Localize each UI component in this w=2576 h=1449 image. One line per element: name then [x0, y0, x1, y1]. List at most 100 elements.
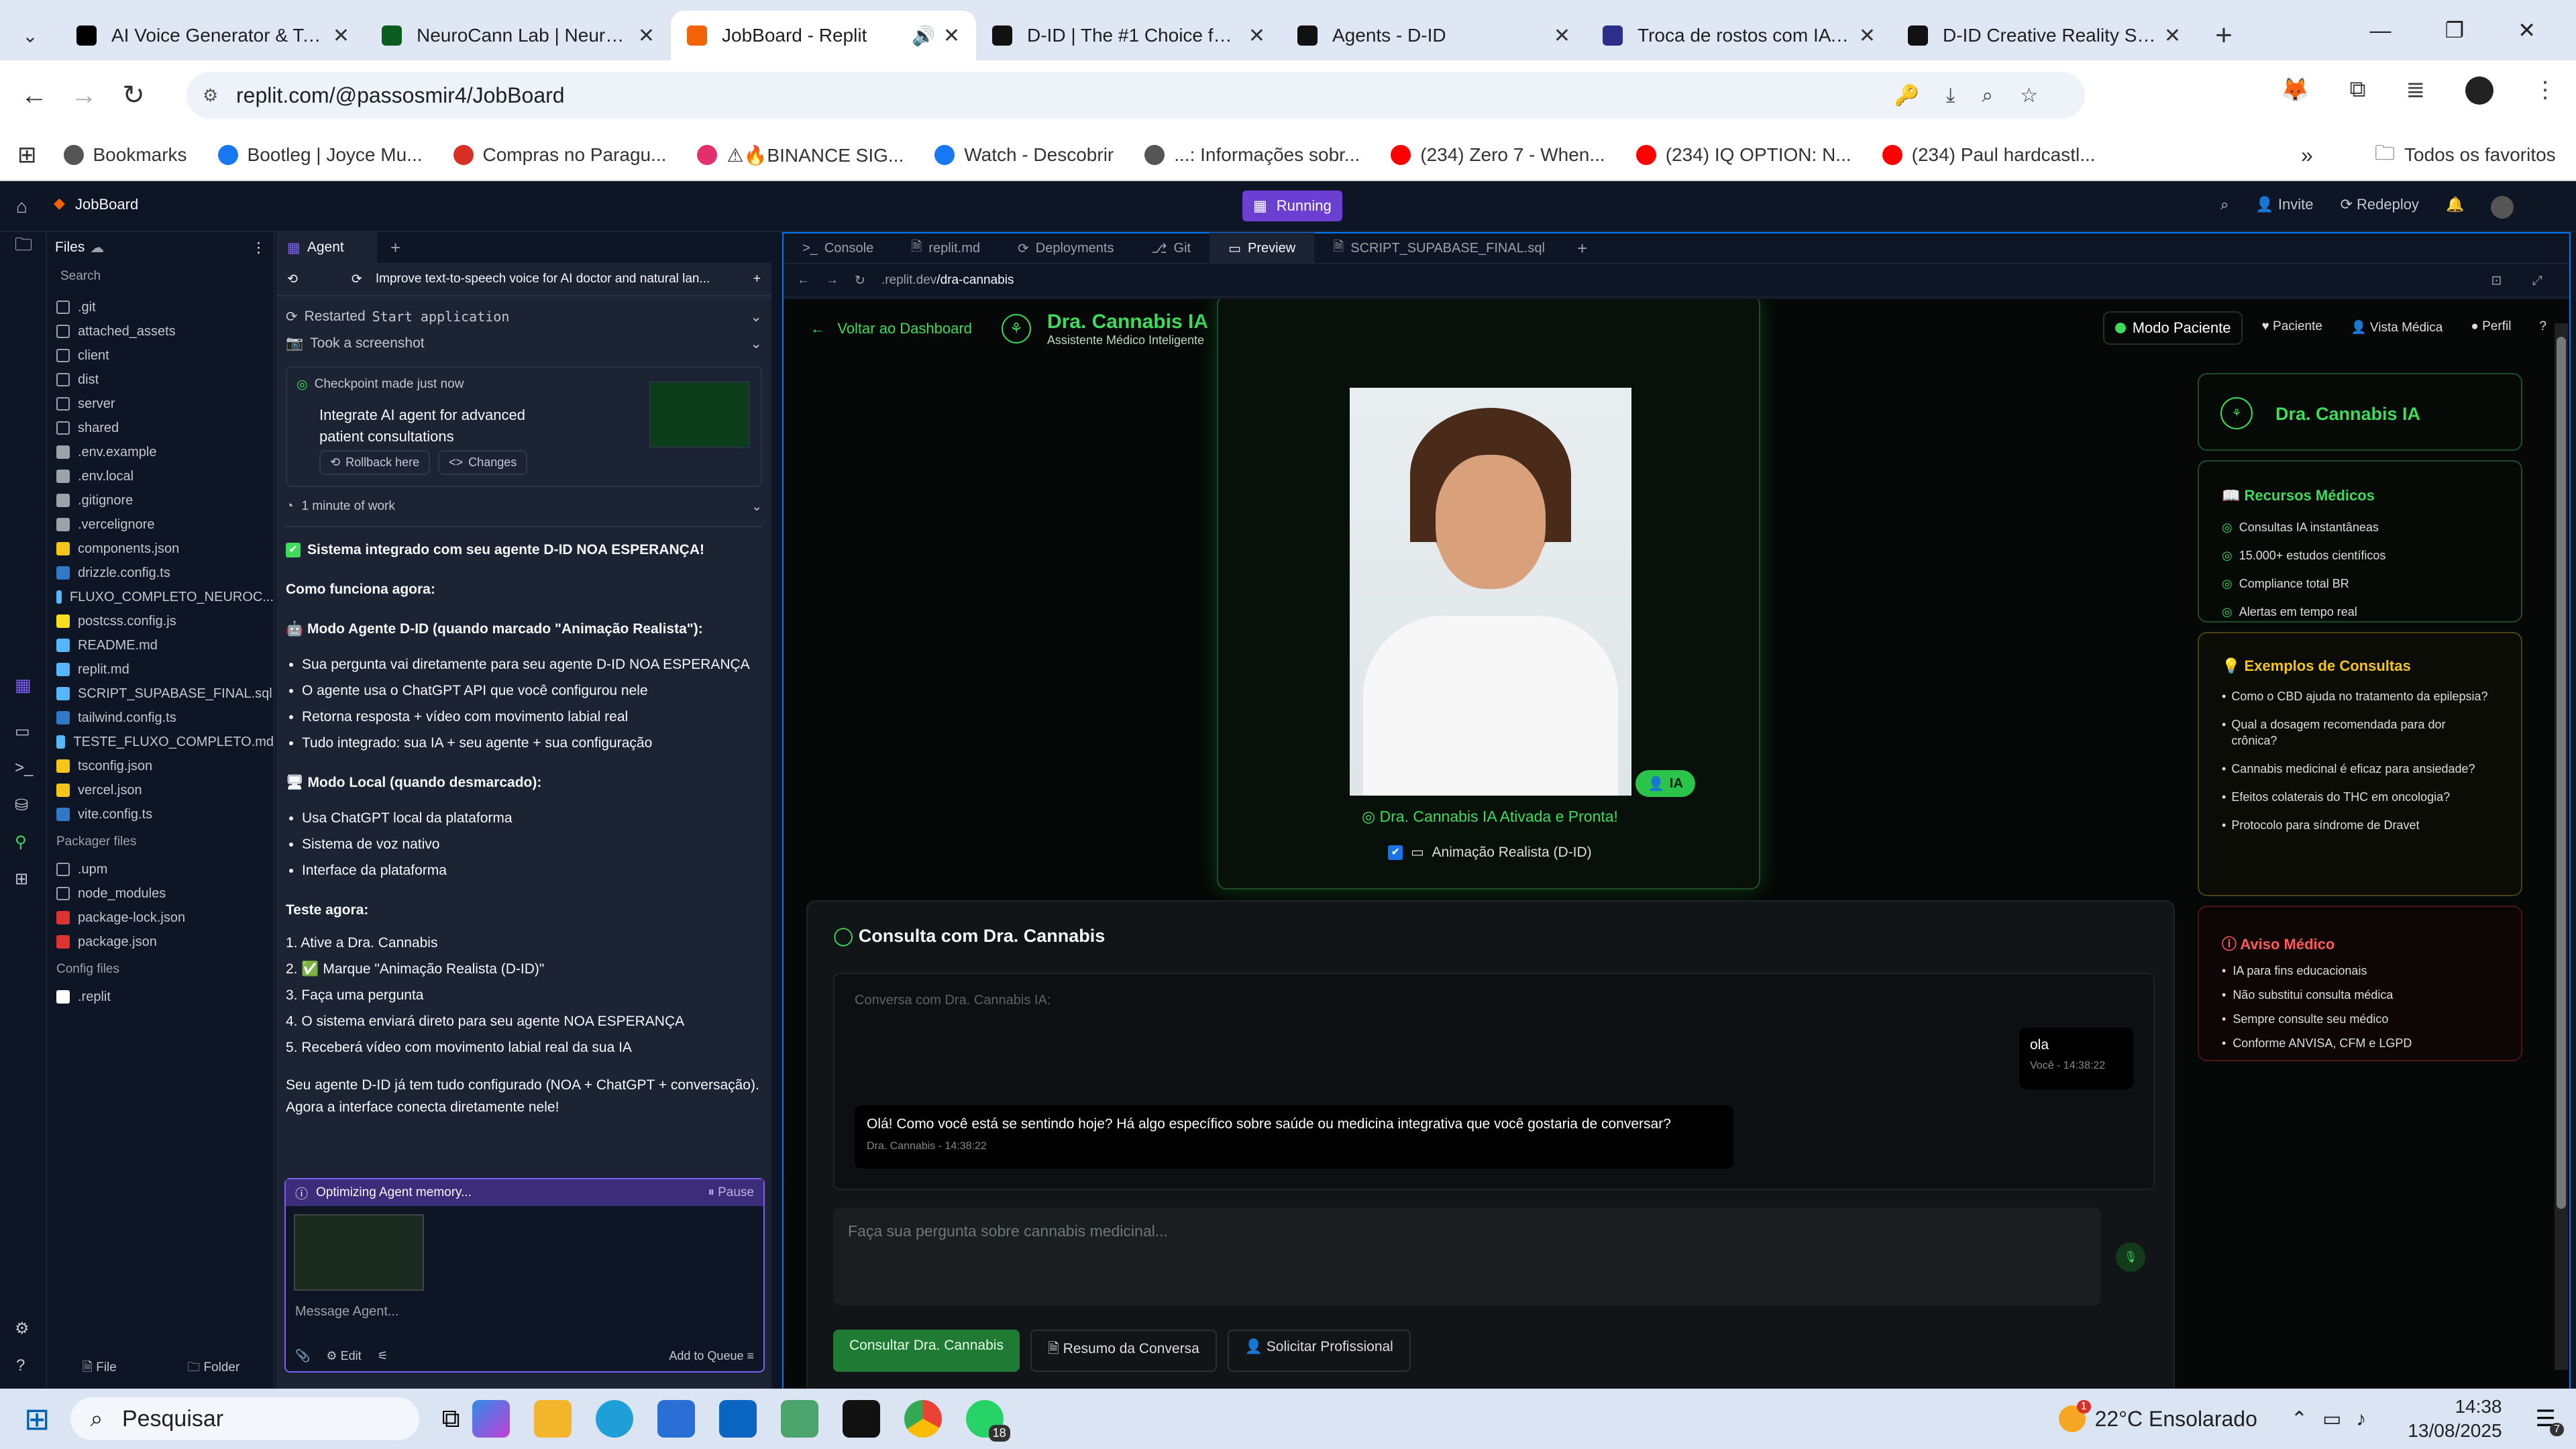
files-rail-icon[interactable]: 🗀 [15, 232, 32, 262]
file-item[interactable]: package.json [47, 930, 274, 954]
close-tab-icon[interactable]: ✕ [943, 24, 960, 48]
more-bookmarks-icon[interactable]: » [2301, 143, 2313, 168]
work-row[interactable]: ◔ 1 minute of work ⌄ [286, 487, 762, 527]
browser-tab[interactable]: NeuroCann Lab | NeuroCa ✕ [366, 11, 671, 60]
bookmark-item[interactable]: Bookmarks [63, 144, 187, 166]
file-item[interactable]: postcss.config.js [47, 609, 274, 633]
tab-search-icon[interactable]: ⌄ [0, 11, 60, 60]
edit-button[interactable]: ⚙ Edit [326, 1349, 361, 1363]
redeploy-button[interactable]: ⟳ Redeploy [2340, 196, 2419, 219]
bookmark-item[interactable]: (234) Zero 7 - When... [1391, 144, 1605, 166]
browser-tab[interactable]: Agents - D-ID ✕ [1281, 11, 1587, 60]
folder-item[interactable]: .upm [47, 857, 274, 881]
help-icon[interactable]: ? [2530, 311, 2556, 345]
scrollbar-thumb[interactable] [2557, 337, 2566, 1209]
file-item[interactable]: vercel.json [47, 778, 274, 802]
example-question[interactable]: • Cannabis medicinal é eficaz para ansied… [2222, 761, 2494, 777]
browser-tab[interactable]: JobBoard - Replit 🔊 ✕ [671, 11, 976, 60]
rollback-button[interactable]: ⟲ Rollback here [319, 450, 431, 475]
reload-icon[interactable]: ↻ [109, 80, 158, 111]
profile-avatar[interactable] [2465, 76, 2494, 105]
task-view-icon[interactable]: ⧉ [442, 1405, 460, 1434]
folder-item[interactable]: .git [47, 295, 274, 319]
settings-sliders-icon[interactable]: ⚟ [378, 1349, 388, 1363]
screenshot-row[interactable]: 📷 Took a screenshot ⌄ [286, 330, 762, 357]
close-tab-icon[interactable]: ✕ [1248, 24, 1265, 48]
stake-icon[interactable] [842, 1400, 880, 1438]
checkbox[interactable]: ✔ [1388, 845, 1403, 861]
attached-screenshot[interactable] [294, 1214, 424, 1291]
add-tab-icon[interactable]: + [390, 237, 400, 258]
folder-item[interactable]: dist [47, 368, 274, 392]
close-tab-icon[interactable]: ✕ [333, 24, 350, 48]
file-item[interactable]: components.json [47, 537, 274, 561]
bookmark-item[interactable]: ...: Informações sobr... [1144, 144, 1360, 166]
consult-button[interactable]: Consultar Dra. Cannabis [833, 1330, 1020, 1372]
edge-icon[interactable] [595, 1400, 633, 1438]
bookmark-item[interactable]: (234) IQ OPTION: N... [1635, 144, 1851, 166]
preview-tab[interactable]: ⟳ Deployments [999, 233, 1132, 264]
omnibox-actions[interactable]: 🔑⤓⌕☆ [1894, 84, 2065, 107]
extensions-icon[interactable]: ⧉ [2349, 76, 2365, 105]
file-item[interactable]: drizzle.config.ts [47, 561, 274, 585]
tools-rail-icon[interactable]: ⊞ [15, 869, 28, 889]
file-item[interactable]: vite.config.ts [47, 802, 274, 826]
close-tab-icon[interactable]: ✕ [2164, 24, 2181, 48]
bookmark-item[interactable]: Watch - Descobrir [934, 144, 1114, 166]
browser-tab[interactable]: D-ID Creative Reality Stud ✕ [1892, 11, 2197, 60]
chrome-icon[interactable] [904, 1400, 942, 1438]
folder-item[interactable]: shared [47, 416, 274, 440]
realistic-toggle[interactable]: ✔ ▭ Animação Realista (D-ID) [1218, 844, 1762, 861]
site-scrollbar[interactable] [2555, 323, 2568, 1370]
new-file-button[interactable]: 🗎 File [83, 1358, 117, 1379]
file-item[interactable]: FLUXO_COMPLETO_NEUROC... [47, 585, 274, 609]
file-item[interactable]: .replit [47, 985, 274, 1009]
new-thread-icon[interactable]: + [753, 272, 761, 286]
summary-button[interactable]: 🗎 Resumo da Conversa [1030, 1330, 1217, 1372]
folder-item[interactable]: node_modules [47, 881, 274, 906]
browser-tab[interactable]: AI Voice Generator & Text ✕ [60, 11, 366, 60]
home-icon[interactable]: ⌂ [16, 196, 28, 217]
menu-dots-icon[interactable]: ⋮ [2534, 76, 2557, 105]
folder-item[interactable]: client [47, 343, 274, 368]
browser-tab[interactable]: Troca de rostos com IA pa ✕ [1587, 11, 1892, 60]
back-arrow-icon[interactable]: ← [9, 80, 59, 111]
bookmark-item[interactable]: Bootleg | Joyce Mu... [217, 144, 423, 166]
shell-rail-icon[interactable]: >_ [15, 759, 33, 777]
back-arrow-icon[interactable]: ← [797, 273, 810, 288]
tab-agent[interactable]: ▦ Agent [276, 232, 377, 263]
browser-tab[interactable]: D-ID | The #1 Choice for AI ✕ [976, 11, 1281, 60]
metamask-icon[interactable]: 🦊 [2281, 76, 2309, 105]
preview-tab[interactable]: >_ Console [784, 233, 892, 264]
preview-tab[interactable]: ▭ Preview [1210, 233, 1315, 264]
checkpoint-thumbnail[interactable] [649, 381, 750, 448]
file-item[interactable]: TESTE_FLUXO_COMPLETO.md [47, 730, 274, 754]
folder-item[interactable]: attached_assets [47, 319, 274, 343]
forward-arrow-icon[interactable]: → [59, 80, 109, 111]
file-item[interactable]: .gitignore [47, 488, 274, 513]
all-bookmarks[interactable]: 🗀 Todos os favoritos [2375, 138, 2556, 172]
close-tab-icon[interactable]: ✕ [1859, 24, 1876, 48]
nav-paciente[interactable]: ♥ Paciente [2252, 311, 2332, 345]
example-question[interactable]: • Qual a dosagem recomendada para dor crô… [2222, 716, 2494, 749]
add-tab-icon[interactable]: + [1577, 238, 1587, 259]
file-item[interactable]: .env.local [47, 464, 274, 488]
invite-button[interactable]: 👤 Invite [2255, 196, 2313, 219]
mode-badge[interactable]: Modo Paciente [2102, 311, 2243, 345]
whatsapp-icon[interactable]: 18 [965, 1400, 1010, 1442]
reload-icon[interactable]: ↻ [855, 273, 865, 288]
example-question[interactable]: • Efeitos colaterais do THC em oncologia? [2222, 789, 2494, 805]
file-item[interactable]: SCRIPT_SUPABASE_FINAL.sql [47, 682, 274, 706]
user-avatar[interactable] [2491, 196, 2514, 219]
close-tab-icon[interactable]: ✕ [1554, 24, 1570, 48]
close-tab-icon[interactable]: ✕ [638, 24, 655, 48]
apps-grid-icon[interactable]: ⊞ [17, 142, 37, 168]
files-menu-icon[interactable]: ⋮ [252, 239, 266, 256]
media-icon[interactable]: ≣ [2406, 76, 2426, 105]
search-icon[interactable]: ⌕ [2220, 196, 2229, 219]
preview-rail-icon[interactable]: ▭ [15, 722, 30, 741]
bookmark-item[interactable]: (234) Paul hardcastl... [1882, 144, 2096, 166]
new-tab-button[interactable]: + [2197, 11, 2251, 60]
notifications-icon[interactable]: 🔔 [2446, 196, 2464, 219]
deploy-rail-icon[interactable]: ⚲ [15, 833, 27, 852]
